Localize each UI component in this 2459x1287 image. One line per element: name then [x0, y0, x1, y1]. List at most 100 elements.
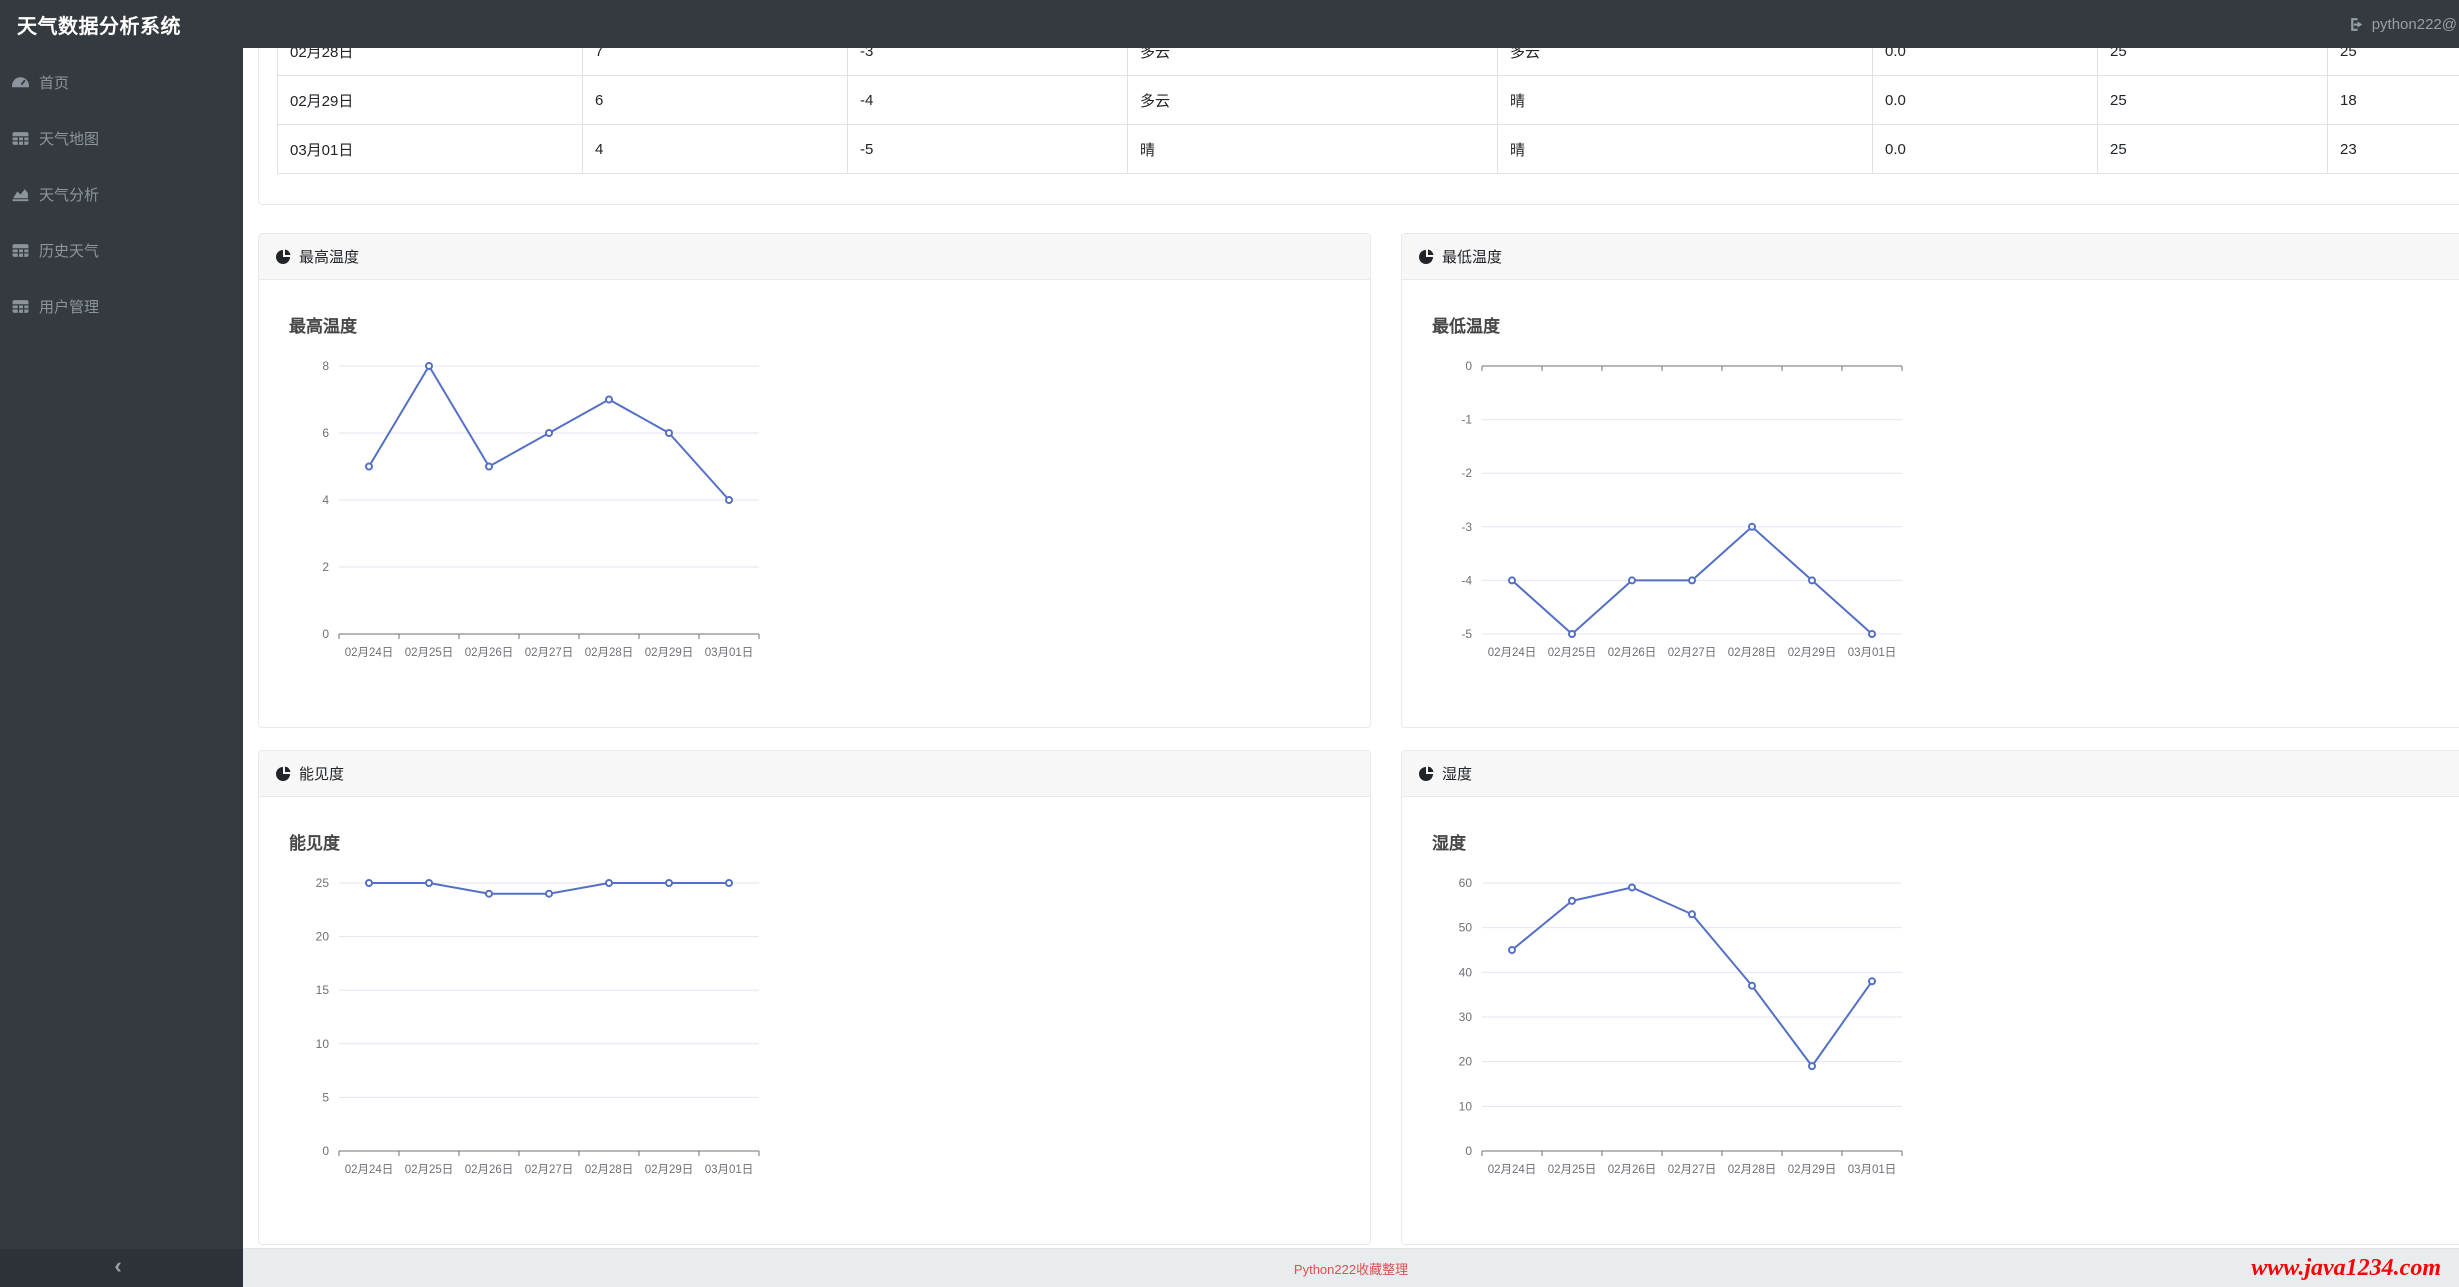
sidebar-item-home[interactable]: 首页: [0, 54, 243, 110]
table-icon: [11, 241, 30, 260]
panel-header: 最高温度: [259, 234, 1370, 280]
sidebar-item-history-weather[interactable]: 历史天气: [0, 222, 243, 278]
svg-text:0: 0: [1465, 359, 1472, 373]
svg-text:02月24日: 02月24日: [345, 1164, 394, 1176]
svg-text:能见度: 能见度: [289, 833, 341, 853]
sidebar-item-weather-map[interactable]: 天气地图: [0, 110, 243, 166]
svg-text:20: 20: [316, 930, 330, 944]
svg-text:02月25日: 02月25日: [405, 1164, 454, 1176]
panel-humidity: 湿度 0 10 20 30 40 50 60 02月24日 02月25日 02月26日 02月27日…: [1401, 750, 2459, 1245]
main-content: 02月28日 7 -3 多云 多云 0.0 25 25 02月29日 6 -4 多云晴 0.0 25 18 0…: [243, 0, 2459, 1249]
panel-title: 最低温度: [1442, 249, 1503, 266]
sidebar-item-weather-analysis[interactable]: 天气分析: [0, 166, 243, 222]
table-cell: 0.0: [1872, 124, 2098, 174]
page-footer: Python222收藏整理: [243, 1248, 2459, 1287]
sidebar-collapse-button[interactable]: ‹: [106, 1253, 130, 1279]
panel-body: 0 5 10 15 20 25 02月24日 02月25日 02月26日 02月27日 02月28日…: [259, 797, 1370, 1244]
svg-text:02月27日: 02月27日: [525, 647, 574, 659]
chart-pie-icon: [275, 249, 291, 265]
panel-header: 最低温度: [1402, 234, 2459, 280]
table-cell: 25: [2097, 124, 2328, 174]
table-cell: 02月29日: [277, 75, 583, 125]
svg-text:8: 8: [322, 359, 329, 373]
table-cell: 晴: [1497, 124, 1873, 174]
chart-pie-icon: [1418, 249, 1434, 265]
sidebar-item-label: 天气地图: [39, 130, 100, 148]
svg-text:-1: -1: [1461, 413, 1472, 427]
svg-text:6: 6: [322, 426, 329, 440]
app-title: 天气数据分析系统: [17, 15, 181, 38]
svg-text:5: 5: [322, 1090, 329, 1104]
sidebar: 首页 天气地图 天气分析 历史天气 用户管理: [0, 48, 243, 1249]
table-cell: 18: [2327, 75, 2459, 125]
svg-text:02月24日: 02月24日: [345, 647, 394, 659]
panel-title: 能见度: [299, 766, 345, 783]
svg-text:02月29日: 02月29日: [1788, 1164, 1837, 1176]
table-icon: [11, 297, 30, 316]
table-cell: 25: [2097, 75, 2328, 125]
svg-text:15: 15: [316, 983, 330, 997]
svg-text:4: 4: [322, 493, 329, 507]
sidebar-footer: ‹: [0, 1249, 243, 1287]
footer-credit-link[interactable]: Python222收藏整理: [1294, 1259, 1408, 1278]
weather-table: 02月28日 7 -3 多云 多云 0.0 25 25 02月29日 6 -4 多云晴 0.0 25 18 0…: [277, 26, 2459, 174]
top-navbar: 天气数据分析系统 python222@: [0, 0, 2459, 48]
table-cell: 晴: [1497, 75, 1873, 125]
charts-row-2: 能见度 0 5 10 15 20 25 02月24日 02月25日 02月26日 02月27日 02…: [258, 750, 2459, 1245]
svg-text:-5: -5: [1461, 627, 1472, 641]
line-chart-visibility: 0 5 10 15 20 25 02月24日 02月25日 02月26日 02月27日 02月28日…: [279, 817, 839, 1217]
table-cell: 03月01日: [277, 124, 583, 174]
panel-header: 能见度: [259, 751, 1370, 797]
svg-text:02月25日: 02月25日: [405, 647, 454, 659]
table-cell: 6: [582, 75, 848, 125]
svg-text:02月27日: 02月27日: [525, 1164, 574, 1176]
panel-title: 湿度: [1442, 766, 1473, 783]
svg-text:02月29日: 02月29日: [645, 1164, 694, 1176]
svg-text:25: 25: [316, 876, 330, 890]
username-text: python222@: [2371, 15, 2457, 33]
panel-visibility: 能见度 0 5 10 15 20 25 02月24日 02月25日 02月26日 02月27日 02…: [258, 750, 1371, 1245]
chart-pie-icon: [275, 766, 291, 782]
panel-max-temperature: 最高温度 0 2 4 6 8 02月24日 02月25日 02月26日 02月27日 02月28日…: [258, 233, 1371, 728]
panel-body: 0 10 20 30 40 50 60 02月24日 02月25日 02月26日 02月27日 02月…: [1402, 797, 2459, 1244]
watermark-text: www.java1234.com: [2251, 1255, 2441, 1281]
svg-text:0: 0: [322, 1144, 329, 1158]
svg-text:-2: -2: [1461, 466, 1472, 480]
svg-text:03月01日: 03月01日: [705, 1164, 754, 1176]
panel-body: 0 -1 -2 -3 -4 -5 02月24日 02月25日 02月26日 02月27日 02月28…: [1402, 280, 2459, 727]
chart-area-icon: [11, 185, 30, 204]
svg-text:02月26日: 02月26日: [1608, 1164, 1657, 1176]
svg-text:02月24日: 02月24日: [1488, 647, 1537, 659]
table-cell: 多云: [1127, 75, 1498, 125]
svg-text:02月28日: 02月28日: [585, 1164, 634, 1176]
svg-text:60: 60: [1459, 876, 1473, 890]
table-icon: [11, 129, 30, 148]
table-cell: 23: [2327, 124, 2459, 174]
table-row: 02月29日 6 -4 多云晴 0.0 25 18: [277, 75, 2459, 125]
sidebar-item-label: 天气分析: [39, 186, 100, 204]
svg-text:10: 10: [1459, 1099, 1473, 1113]
sidebar-item-user-management[interactable]: 用户管理: [0, 278, 243, 334]
svg-text:02月26日: 02月26日: [1608, 647, 1657, 659]
svg-text:0: 0: [1465, 1144, 1472, 1158]
sidebar-item-label: 用户管理: [39, 298, 100, 316]
table-cell: 0.0: [1872, 75, 2098, 125]
svg-text:02月25日: 02月25日: [1548, 647, 1597, 659]
svg-text:02月26日: 02月26日: [465, 1164, 514, 1176]
svg-text:02月28日: 02月28日: [1728, 1164, 1777, 1176]
svg-text:02月27日: 02月27日: [1668, 1164, 1717, 1176]
svg-text:02月28日: 02月28日: [585, 647, 634, 659]
svg-text:50: 50: [1459, 921, 1473, 935]
svg-text:02月26日: 02月26日: [465, 647, 514, 659]
svg-text:02月29日: 02月29日: [1788, 647, 1837, 659]
line-chart-min-temperature: 0 -1 -2 -3 -4 -5 02月24日 02月25日 02月26日 02月27日 02月28…: [1422, 300, 1982, 700]
svg-text:03月01日: 03月01日: [1848, 647, 1897, 659]
logout-link[interactable]: python222@: [2348, 0, 2457, 48]
svg-text:10: 10: [316, 1037, 330, 1051]
svg-text:30: 30: [1459, 1010, 1473, 1024]
panel-title: 最高温度: [299, 249, 360, 266]
chart-pie-icon: [1418, 766, 1434, 782]
table-row: 03月01日 4 -5 晴晴 0.0 25 23: [277, 124, 2459, 174]
svg-text:湿度: 湿度: [1432, 833, 1467, 853]
line-chart-max-temperature: 0 2 4 6 8 02月24日 02月25日 02月26日 02月27日 02月28日 02月29…: [279, 300, 839, 700]
